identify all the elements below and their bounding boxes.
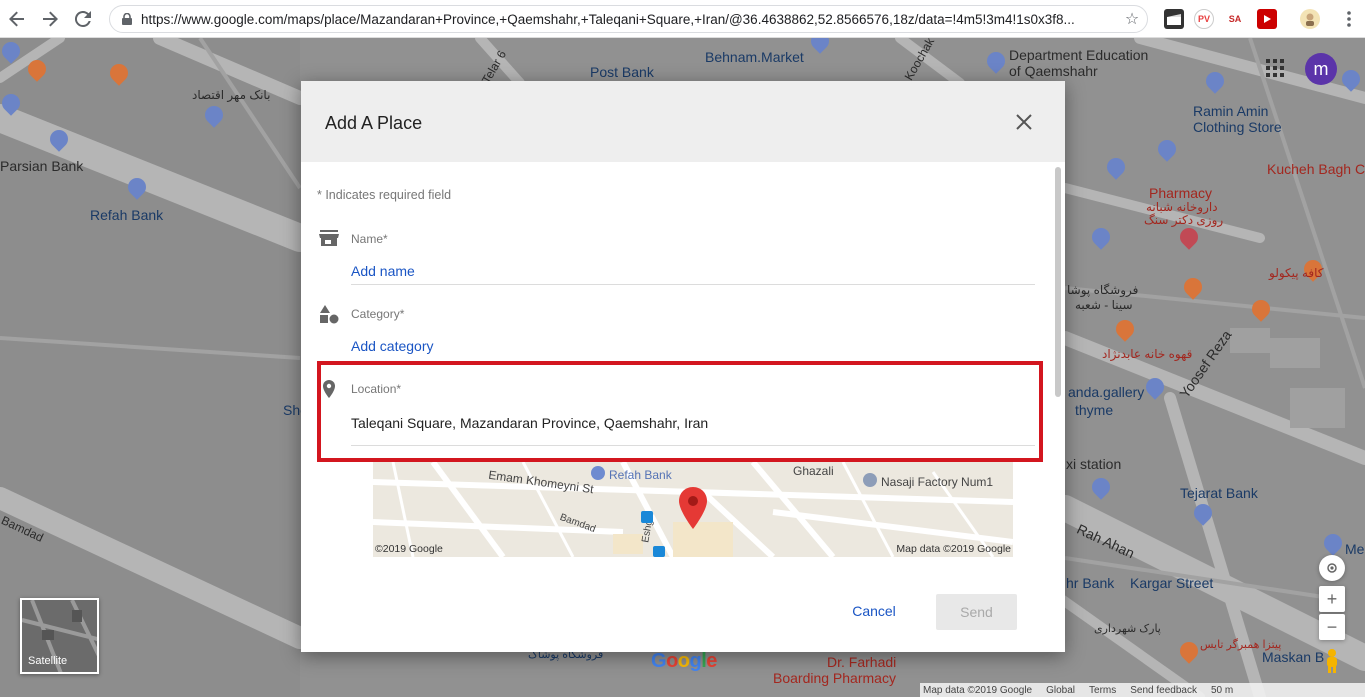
forward-arrow-icon[interactable] bbox=[33, 0, 66, 38]
map-label: Kargar Street bbox=[1130, 575, 1214, 591]
bookmark-star-icon[interactable]: ☆ bbox=[1117, 9, 1147, 29]
map-label: Clothing Store bbox=[1193, 119, 1282, 135]
transit-icon bbox=[641, 511, 653, 523]
map-label: hr Bank bbox=[1066, 575, 1115, 591]
mini-map-label: Ghazali bbox=[793, 464, 834, 478]
location-pin-icon bbox=[319, 379, 339, 399]
red-map-pin-icon bbox=[679, 487, 707, 529]
transit-icon bbox=[653, 546, 665, 557]
clapper-extension-icon[interactable] bbox=[1164, 9, 1184, 29]
back-arrow-icon[interactable] bbox=[0, 0, 33, 38]
map-label: Kucheh Bagh Ca bbox=[1267, 161, 1365, 177]
category-label: Category* bbox=[351, 307, 405, 321]
map-label: Parsian Bank bbox=[0, 158, 84, 174]
add-place-dialog: Add A Place * Indicates required field N… bbox=[301, 81, 1065, 652]
send-feedback-link[interactable]: Send feedback bbox=[1130, 685, 1197, 696]
category-input[interactable]: Add category bbox=[351, 338, 434, 354]
map-label: Refah Bank bbox=[90, 207, 164, 223]
send-button[interactable]: Send bbox=[936, 594, 1017, 630]
category-shapes-icon bbox=[319, 304, 339, 324]
browser-toolbar: https://www.google.com/maps/place/Mazand… bbox=[0, 0, 1365, 38]
my-location-button[interactable] bbox=[1319, 555, 1345, 581]
map-label: روزی دکتر سنگ bbox=[1144, 213, 1224, 227]
satellite-toggle[interactable]: Satellite bbox=[20, 598, 99, 674]
map-label: thyme bbox=[1075, 402, 1114, 418]
zoom-out-button[interactable]: − bbox=[1319, 614, 1345, 640]
map-label: Behnam.Market bbox=[705, 49, 804, 65]
name-label: Name* bbox=[351, 232, 388, 246]
mini-map-copyright: ©2019 Google bbox=[375, 543, 443, 555]
location-value[interactable]: Taleqani Square, Mazandaran Province, Qa… bbox=[351, 415, 708, 431]
map-label: anda.gallery bbox=[1068, 384, 1145, 400]
map-label: of Qaemshahr bbox=[1009, 63, 1098, 79]
pegman-icon[interactable] bbox=[1323, 648, 1341, 674]
map-label: Me bbox=[1345, 541, 1365, 557]
google-logo: Google bbox=[651, 650, 717, 672]
cancel-button[interactable]: Cancel bbox=[849, 603, 899, 621]
place-poi-icon bbox=[863, 473, 877, 487]
map-label: فروشگاه پوشا bbox=[1067, 283, 1139, 297]
location-mini-map[interactable]: Emam Khomeyni St Refah Bank Ghazali Nasa… bbox=[373, 462, 1013, 557]
location-underline bbox=[351, 445, 1035, 446]
scale-text[interactable]: 50 m bbox=[1211, 685, 1233, 696]
lock-icon bbox=[122, 13, 132, 25]
youtube-extension-icon[interactable] bbox=[1257, 9, 1277, 29]
account-avatar[interactable]: m bbox=[1305, 53, 1337, 85]
map-label: Tejarat Bank bbox=[1180, 485, 1258, 501]
sa-extension-icon[interactable]: SA bbox=[1225, 9, 1245, 29]
map-label: پیتزا همبرگر تایس bbox=[1200, 639, 1282, 651]
map-label: Maskan B bbox=[1262, 649, 1325, 665]
map-label: Dr. Farhadi bbox=[827, 654, 897, 670]
map-label: کافه پیکولو bbox=[1269, 266, 1324, 280]
satellite-label: Satellite bbox=[28, 655, 68, 667]
google-apps-icon[interactable] bbox=[1266, 59, 1284, 77]
map-data-text: Map data ©2019 Google bbox=[923, 684, 1033, 696]
address-bar[interactable]: https://www.google.com/maps/place/Mazand… bbox=[109, 5, 1148, 33]
map-label: سینا - شعبه bbox=[1075, 298, 1133, 312]
map-label: Pharmacy bbox=[1149, 185, 1213, 201]
map-label: Department Education bbox=[1009, 47, 1149, 63]
terms-link[interactable]: Terms bbox=[1089, 685, 1116, 696]
name-underline bbox=[351, 284, 1035, 285]
name-input[interactable]: Add name bbox=[351, 263, 415, 279]
map-label: بانک مهر اقتصاد bbox=[192, 88, 271, 102]
url-text: https://www.google.com/maps/place/Mazand… bbox=[141, 11, 1075, 27]
mini-map-label: Refah Bank bbox=[609, 468, 672, 482]
dialog-scrollbar[interactable] bbox=[1055, 167, 1061, 397]
pixel-extension-icon[interactable]: PV bbox=[1194, 9, 1214, 29]
map-label: Ramin Amin bbox=[1193, 103, 1269, 119]
bank-poi-icon bbox=[591, 466, 605, 480]
dialog-title: Add A Place bbox=[325, 113, 423, 133]
storefront-icon bbox=[319, 228, 339, 248]
profile-avatar-icon[interactable] bbox=[1300, 9, 1320, 29]
reload-icon[interactable] bbox=[66, 0, 99, 38]
map-label: Post Bank bbox=[590, 64, 654, 80]
location-target-icon bbox=[1327, 563, 1337, 573]
zoom-in-button[interactable]: + bbox=[1319, 586, 1345, 612]
map-label: پارک شهرداری bbox=[1094, 623, 1161, 635]
browser-menu-icon[interactable] bbox=[1332, 0, 1365, 38]
map-label: xi station bbox=[1066, 456, 1122, 472]
global-link[interactable]: Global bbox=[1046, 685, 1075, 696]
location-label: Location* bbox=[351, 382, 402, 396]
location-highlight-box bbox=[317, 361, 1043, 462]
close-icon[interactable] bbox=[1012, 110, 1036, 134]
map-label: Boarding Pharmacy bbox=[773, 670, 896, 686]
mini-map-label: Nasaji Factory Num1 bbox=[881, 475, 994, 489]
mini-map-data-credit: Map data ©2019 Google bbox=[896, 543, 1011, 555]
required-field-note: * Indicates required field bbox=[317, 188, 452, 202]
map-footer: Map data ©2019 Google Global Terms Send … bbox=[920, 683, 1365, 697]
map-label: قهوه خانه عابدنژاد bbox=[1102, 347, 1193, 361]
map-label: داروخانه شبانه bbox=[1146, 200, 1218, 214]
dialog-header: Add A Place bbox=[301, 81, 1065, 162]
